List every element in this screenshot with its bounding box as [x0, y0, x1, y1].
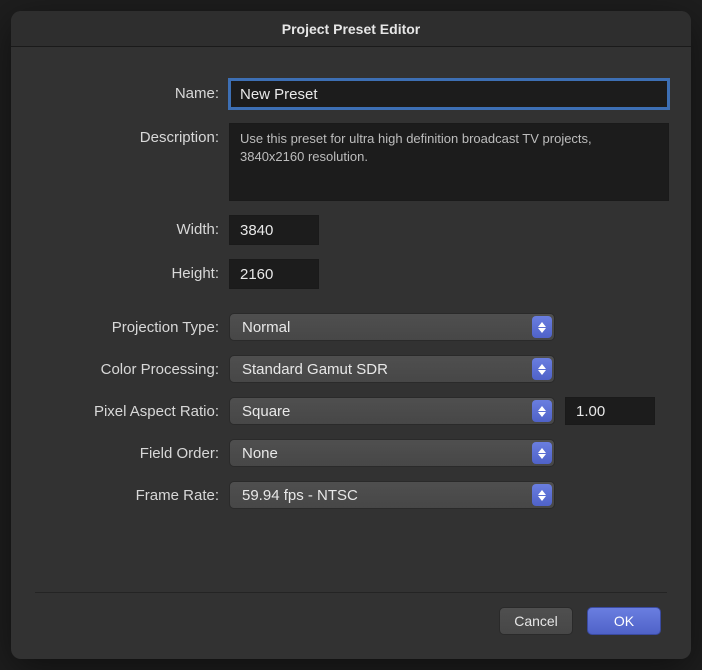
dialog-window: Project Preset Editor Name: Description:…	[11, 11, 691, 659]
field-description: Use this preset for ultra high definitio…	[229, 123, 669, 201]
row-width: Width:	[35, 215, 667, 245]
field-height	[229, 259, 667, 289]
frame-rate-select[interactable]: 59.94 fps - NTSC	[229, 481, 555, 509]
ok-button-label: OK	[614, 613, 634, 629]
row-name: Name:	[35, 79, 667, 109]
field-pixel-aspect-ratio: Square 1.00	[229, 397, 667, 425]
dialog-footer: Cancel OK	[35, 607, 667, 643]
width-input[interactable]	[229, 215, 319, 245]
frame-rate-value: 59.94 fps - NTSC	[242, 487, 358, 504]
row-projection-type: Projection Type: Normal	[35, 313, 667, 341]
field-order-select[interactable]: None	[229, 439, 555, 467]
cancel-button-label: Cancel	[514, 613, 558, 629]
updown-icon	[532, 484, 552, 506]
field-width	[229, 215, 667, 245]
label-pixel-aspect-ratio: Pixel Aspect Ratio:	[35, 397, 229, 420]
field-order-value: None	[242, 445, 278, 462]
pixel-aspect-ratio-value: Square	[242, 403, 290, 420]
description-textarea[interactable]: Use this preset for ultra high definitio…	[229, 123, 669, 201]
label-field-order: Field Order:	[35, 439, 229, 462]
field-projection-type: Normal	[229, 313, 667, 341]
row-color-processing: Color Processing: Standard Gamut SDR	[35, 355, 667, 383]
label-name: Name:	[35, 79, 229, 102]
label-frame-rate: Frame Rate:	[35, 481, 229, 504]
updown-icon	[532, 442, 552, 464]
updown-icon	[532, 316, 552, 338]
pixel-aspect-value: 1.00	[576, 403, 605, 420]
ok-button[interactable]: OK	[587, 607, 661, 635]
height-input[interactable]	[229, 259, 319, 289]
row-frame-rate: Frame Rate: 59.94 fps - NTSC	[35, 481, 667, 509]
window-title: Project Preset Editor	[282, 21, 421, 37]
divider	[35, 592, 667, 593]
cancel-button[interactable]: Cancel	[499, 607, 573, 635]
updown-icon	[532, 358, 552, 380]
pixel-aspect-ratio-select[interactable]: Square	[229, 397, 555, 425]
label-description: Description:	[35, 123, 229, 146]
field-color-processing: Standard Gamut SDR	[229, 355, 667, 383]
label-width: Width:	[35, 215, 229, 238]
color-processing-select[interactable]: Standard Gamut SDR	[229, 355, 555, 383]
row-pixel-aspect-ratio: Pixel Aspect Ratio: Square 1.00	[35, 397, 667, 425]
dialog-content: Name: Description: Use this preset for u…	[11, 47, 691, 659]
row-description: Description: Use this preset for ultra h…	[35, 123, 667, 201]
updown-icon	[532, 400, 552, 422]
form: Name: Description: Use this preset for u…	[35, 79, 667, 576]
field-name	[229, 79, 669, 109]
titlebar: Project Preset Editor	[11, 11, 691, 47]
name-input[interactable]	[229, 79, 669, 109]
field-field-order: None	[229, 439, 667, 467]
projection-type-select[interactable]: Normal	[229, 313, 555, 341]
row-field-order: Field Order: None	[35, 439, 667, 467]
label-height: Height:	[35, 259, 229, 282]
label-projection-type: Projection Type:	[35, 313, 229, 336]
pixel-aspect-value-display[interactable]: 1.00	[565, 397, 655, 425]
projection-type-value: Normal	[242, 319, 290, 336]
field-frame-rate: 59.94 fps - NTSC	[229, 481, 667, 509]
color-processing-value: Standard Gamut SDR	[242, 361, 388, 378]
row-height: Height:	[35, 259, 667, 289]
label-color-processing: Color Processing:	[35, 355, 229, 378]
